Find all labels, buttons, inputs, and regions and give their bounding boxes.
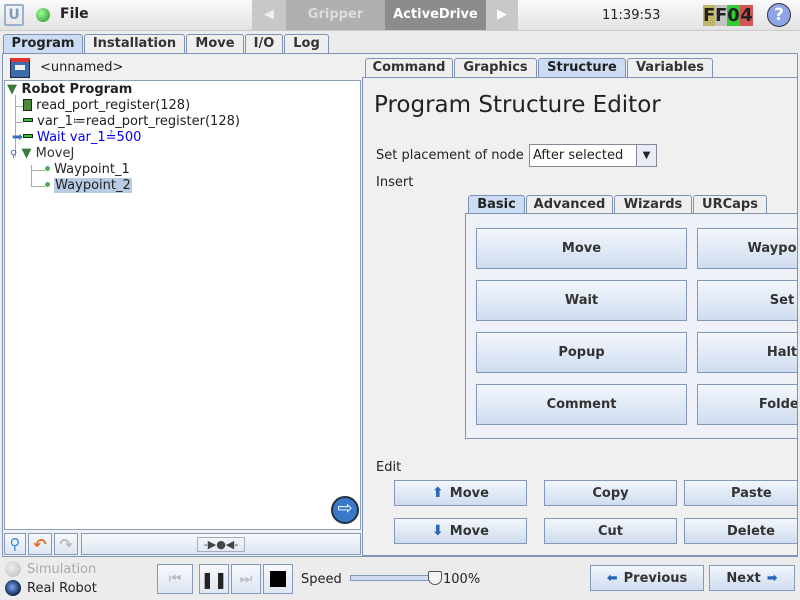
tab-activedrive[interactable]: ActiveDrive xyxy=(385,0,486,30)
tab-scroll-right[interactable]: ▶ xyxy=(486,0,518,30)
tab-graphics[interactable]: Graphics xyxy=(454,58,537,77)
status-char: 0 xyxy=(727,5,740,26)
edit-label: Edit xyxy=(376,460,402,475)
placement-value: After selected xyxy=(533,148,624,163)
simulation-radio[interactable]: Simulation xyxy=(5,561,96,577)
radio-on-icon xyxy=(5,580,21,596)
assignment-icon xyxy=(23,118,33,122)
tab-variables[interactable]: Variables xyxy=(627,58,713,77)
speed-value: 100% xyxy=(443,572,481,587)
move-up-button[interactable]: ⬆ Move xyxy=(394,480,527,506)
arrow-up-icon: ⬆ xyxy=(432,485,444,501)
pin-icon: ⚲ xyxy=(10,149,18,160)
tab-move[interactable]: Move xyxy=(186,34,244,53)
triangle-down-icon: ▼ xyxy=(21,146,32,161)
tree-collapse-bar[interactable]: -▶●◀- xyxy=(81,533,361,555)
save-icon[interactable] xyxy=(10,58,30,78)
speed-slider-thumb[interactable] xyxy=(428,571,442,585)
insert-move-button[interactable]: Move xyxy=(476,228,687,269)
insert-popup-button[interactable]: Popup xyxy=(476,332,687,373)
script-icon xyxy=(23,99,32,111)
wait-icon xyxy=(22,134,33,138)
insert-wait-button[interactable]: Wait xyxy=(476,280,687,321)
undo-icon[interactable]: ↶ xyxy=(28,533,52,555)
pause-button[interactable]: ❚❚ xyxy=(199,564,229,594)
tree-item-movej[interactable]: ⚲ ▼ MoveJ xyxy=(10,146,74,163)
question-icon[interactable]: ? xyxy=(767,3,791,27)
search-icon[interactable]: ⚲ xyxy=(4,533,26,555)
real-robot-radio[interactable]: Real Robot xyxy=(5,580,97,596)
previous-button[interactable]: ⬅ Previous xyxy=(590,565,704,591)
speed-slider[interactable] xyxy=(350,571,442,585)
tab-io[interactable]: I/O xyxy=(245,34,283,53)
radio-off-icon xyxy=(5,561,21,577)
speed-label: Speed xyxy=(301,572,342,587)
tab-installation[interactable]: Installation xyxy=(84,34,185,53)
tree-item-wait[interactable]: ➡ Wait var_1≟500 xyxy=(12,130,141,146)
arrow-right-icon: ➡ xyxy=(766,570,778,586)
tab-program[interactable]: Program xyxy=(3,34,83,53)
placement-label: Set placement of node xyxy=(376,148,524,163)
file-menu[interactable]: File xyxy=(60,6,89,22)
status-char: F xyxy=(703,5,716,26)
arrow-left-icon: ⬅ xyxy=(606,570,618,586)
redo-icon[interactable]: ↷ xyxy=(54,533,78,555)
tab-structure[interactable]: Structure xyxy=(538,58,626,77)
insert-tab-advanced[interactable]: Advanced xyxy=(526,195,613,214)
program-name: <unnamed> xyxy=(40,60,124,75)
status-char: 4 xyxy=(740,5,753,26)
tab-scroll-left[interactable]: ◀ xyxy=(252,0,286,30)
page-title: Program Structure Editor xyxy=(374,92,661,118)
structure-editor: Program Structure Editor Set placement o… xyxy=(362,77,798,556)
insert-tab-basic[interactable]: Basic xyxy=(468,195,525,214)
insert-label: Insert xyxy=(376,175,414,190)
clock: 11:39:53 xyxy=(602,8,661,23)
insert-tab-urcaps[interactable]: URCaps xyxy=(693,195,767,214)
insert-waypoint-button[interactable]: Waypoint xyxy=(697,228,797,269)
skip-back-button[interactable]: ⏮ xyxy=(157,564,193,594)
arrow-down-icon: ⬇ xyxy=(432,523,444,539)
insert-set-button[interactable]: Set xyxy=(697,280,797,321)
insert-tab-wizards[interactable]: Wizards xyxy=(614,195,692,214)
placement-dropdown[interactable]: After selected ▼ xyxy=(529,144,657,167)
ur-logo: U xyxy=(4,4,24,26)
collapse-icon[interactable]: -▶●◀- xyxy=(196,536,246,552)
status-code: F F 0 4 xyxy=(703,5,753,26)
stop-button[interactable] xyxy=(263,564,293,594)
tab-log[interactable]: Log xyxy=(284,34,329,53)
tree-item-robot-program[interactable]: ▼ Robot Program xyxy=(7,82,132,98)
step-forward-button[interactable]: ⏭ xyxy=(231,564,261,594)
insert-halt-button[interactable]: Halt xyxy=(697,332,797,373)
insert-folder-button[interactable]: Folder xyxy=(697,384,797,425)
move-down-button[interactable]: ⬇ Move xyxy=(394,518,527,544)
robot-status-icon xyxy=(36,8,50,22)
arrow-right-circle-icon[interactable]: ⇨ xyxy=(331,496,359,524)
tree-item-waypoint-1[interactable]: Waypoint_1 xyxy=(45,162,130,178)
status-char: F xyxy=(715,5,728,26)
delete-button[interactable]: Delete xyxy=(684,518,797,544)
chevron-down-icon[interactable]: ▼ xyxy=(636,145,656,166)
pointer-arrow-icon: ➡ xyxy=(12,130,23,145)
cut-button[interactable]: Cut xyxy=(544,518,677,544)
copy-button[interactable]: Copy xyxy=(544,480,677,506)
top-bar: U File ◀ Gripper ActiveDrive ▶ 11:39:53 … xyxy=(0,0,800,31)
program-tree: ▼ Robot Program read_port_register(128) … xyxy=(4,80,361,530)
waypoint-icon xyxy=(45,182,50,187)
tab-gripper[interactable]: Gripper xyxy=(286,0,385,30)
waypoint-icon xyxy=(45,166,50,171)
insert-comment-button[interactable]: Comment xyxy=(476,384,687,425)
tree-item-script[interactable]: read_port_register(128) xyxy=(23,98,190,114)
tab-command[interactable]: Command xyxy=(365,58,453,77)
tree-item-waypoint-2[interactable]: Waypoint_2 xyxy=(45,178,132,194)
tree-item-assignment[interactable]: var_1≔read_port_register(128) xyxy=(23,114,240,130)
triangle-down-icon: ▼ xyxy=(7,82,17,97)
stop-icon xyxy=(270,571,286,587)
paste-button[interactable]: Paste xyxy=(684,480,797,506)
next-button[interactable]: Next ➡ xyxy=(709,565,795,591)
